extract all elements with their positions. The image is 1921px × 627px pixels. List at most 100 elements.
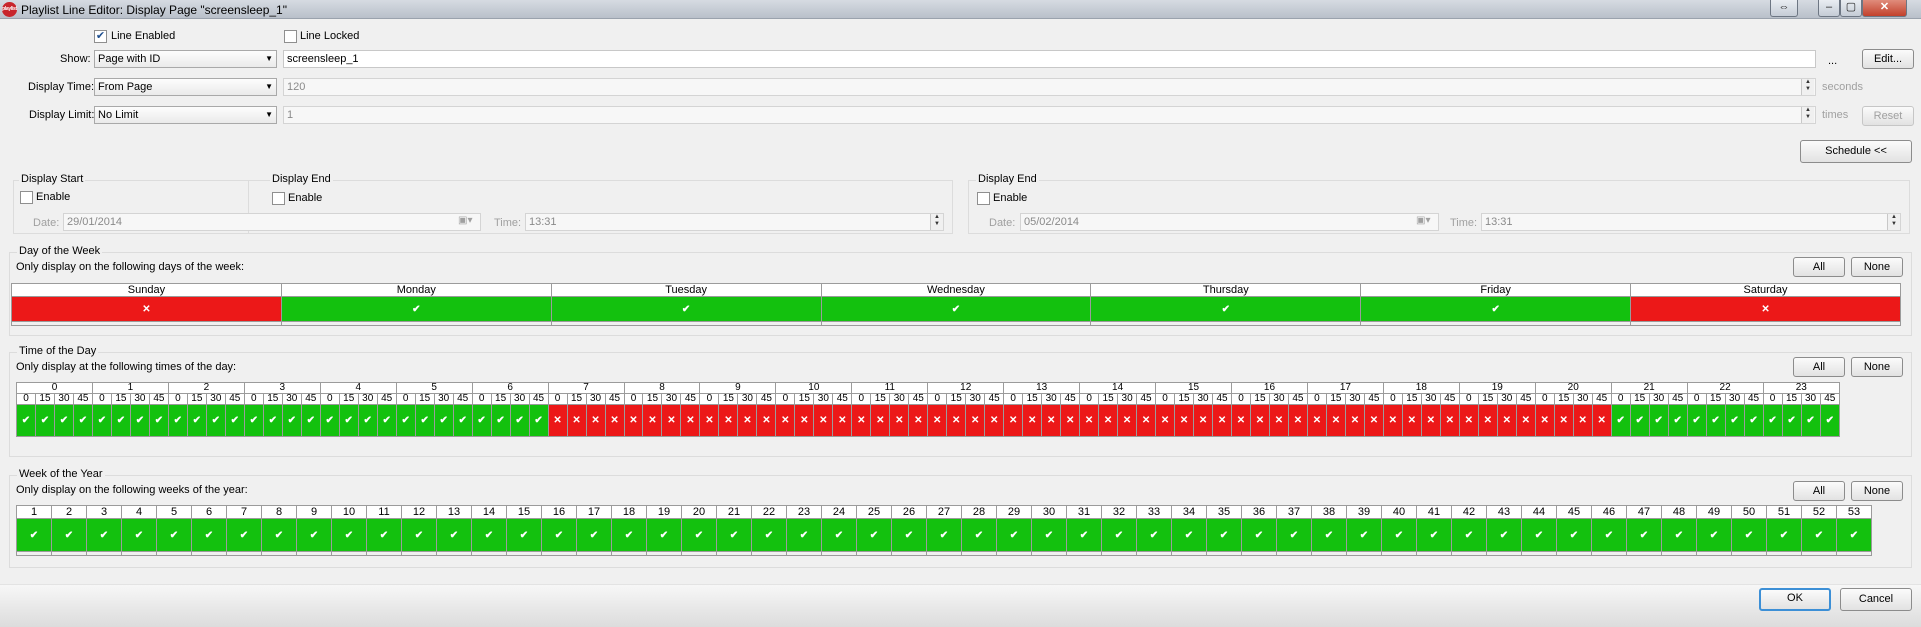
time-slot-cell[interactable]: ✕ [1268, 404, 1289, 437]
time-slot-cell[interactable]: ✔ [357, 404, 378, 437]
time-slot-cell[interactable]: ✔ [452, 404, 473, 437]
time-slot-cell[interactable]: ✔ [1724, 404, 1745, 437]
time-slot-cell[interactable]: ✔ [471, 404, 492, 437]
week-toggle-cell[interactable]: ✔ [1626, 518, 1662, 552]
time-slot-cell[interactable]: ✕ [1003, 404, 1024, 437]
time-slot-cell[interactable]: ✔ [1781, 404, 1802, 437]
time-slot-cell[interactable]: ✕ [870, 404, 891, 437]
week-toggle-cell[interactable]: ✔ [1031, 518, 1067, 552]
week-toggle-cell[interactable]: ✔ [1416, 518, 1452, 552]
browse-ellipsis[interactable]: ... [1828, 55, 1837, 67]
time-slot-cell[interactable]: ✔ [262, 404, 283, 437]
time-slot-cell[interactable]: ✕ [1344, 404, 1365, 437]
display-end-time-spinner[interactable]: ▲ ▼ [1887, 214, 1900, 230]
time-slot-cell[interactable]: ✕ [1155, 404, 1176, 437]
display-time-spinner[interactable]: ▲ ▼ [1801, 79, 1814, 95]
week-toggle-cell[interactable]: ✔ [646, 518, 682, 552]
day-none-button[interactable]: None [1851, 257, 1903, 277]
time-slot-cell[interactable]: ✕ [1174, 404, 1195, 437]
time-slot-cell[interactable]: ✔ [148, 404, 169, 437]
week-none-button[interactable]: None [1851, 481, 1903, 501]
day-toggle-cell[interactable]: ✔ [1090, 296, 1362, 322]
time-slot-cell[interactable]: ✔ [110, 404, 131, 437]
time-slot-cell[interactable]: ✔ [300, 404, 321, 437]
display-end-enable-checkbox[interactable] [977, 192, 990, 205]
display-end-overlap-checkbox[interactable] [272, 192, 285, 205]
week-toggle-cell[interactable]: ✔ [1556, 518, 1592, 552]
time-slot-cell[interactable]: ✕ [642, 404, 663, 437]
time-slot-cell[interactable]: ✕ [1136, 404, 1157, 437]
time-slot-cell[interactable]: ✕ [908, 404, 929, 437]
time-slot-cell[interactable]: ✕ [1098, 404, 1119, 437]
time-slot-cell[interactable]: ✕ [851, 404, 872, 437]
time-slot-cell[interactable]: ✔ [433, 404, 454, 437]
display-limit-select[interactable]: No Limit ▼ [94, 106, 277, 124]
time-slot-cell[interactable]: ✕ [1439, 404, 1460, 437]
week-toggle-cell[interactable]: ✔ [996, 518, 1032, 552]
title-bar[interactable] [0, 0, 1921, 19]
time-slot-cell[interactable]: ✕ [813, 404, 834, 437]
week-toggle-cell[interactable]: ✔ [576, 518, 612, 552]
time-slot-cell[interactable]: ✔ [509, 404, 530, 437]
week-toggle-cell[interactable]: ✔ [716, 518, 752, 552]
time-slot-cell[interactable]: ✕ [1212, 404, 1232, 437]
time-slot-cell[interactable]: ✕ [737, 404, 758, 437]
day-toggle-cell[interactable]: ✕ [11, 296, 282, 322]
week-toggle-cell[interactable]: ✔ [1136, 518, 1172, 552]
week-toggle-cell[interactable]: ✔ [541, 518, 577, 552]
time-slot-cell[interactable]: ✕ [984, 404, 1005, 437]
time-slot-cell[interactable]: ✕ [1591, 404, 1612, 437]
display-end-time-field[interactable]: 13:31 [1481, 213, 1901, 231]
time-all-button[interactable]: All [1793, 357, 1845, 377]
time-slot-cell[interactable]: ✕ [832, 404, 853, 437]
time-slot-cell[interactable]: ✔ [72, 404, 93, 437]
time-slot-cell[interactable]: ✕ [1287, 404, 1308, 437]
schedule-toggle-button[interactable]: Schedule << [1800, 140, 1912, 163]
week-toggle-cell[interactable]: ✔ [1836, 518, 1872, 552]
time-slot-cell[interactable]: ✔ [167, 404, 188, 437]
week-toggle-cell[interactable]: ✔ [121, 518, 157, 552]
week-toggle-cell[interactable]: ✔ [1241, 518, 1277, 552]
calendar-icon[interactable]: ▣▾ [458, 215, 472, 226]
time-slot-cell[interactable]: ✕ [1306, 404, 1327, 437]
time-slot-cell[interactable]: ✔ [16, 404, 36, 437]
time-slot-cell[interactable]: ✔ [1667, 404, 1688, 437]
minimize-icon[interactable]: – [1818, 0, 1840, 17]
week-toggle-cell[interactable]: ✔ [261, 518, 297, 552]
time-slot-cell[interactable]: ✕ [1060, 404, 1081, 437]
time-slot-cell[interactable]: ✕ [794, 404, 815, 437]
time-slot-cell[interactable]: ✔ [395, 404, 416, 437]
week-toggle-cell[interactable]: ✔ [86, 518, 122, 552]
week-toggle-cell[interactable]: ✔ [1276, 518, 1312, 552]
time-slot-cell[interactable]: ✕ [699, 404, 720, 437]
week-toggle-cell[interactable]: ✔ [506, 518, 542, 552]
week-toggle-cell[interactable]: ✔ [366, 518, 402, 552]
week-toggle-cell[interactable]: ✔ [821, 518, 857, 552]
time-slot-cell[interactable]: ✕ [604, 404, 625, 437]
time-slot-cell[interactable]: ✕ [585, 404, 606, 437]
week-toggle-cell[interactable]: ✔ [156, 518, 192, 552]
week-toggle-cell[interactable]: ✔ [1801, 518, 1837, 552]
week-toggle-cell[interactable]: ✔ [1171, 518, 1207, 552]
time-slot-cell[interactable]: ✕ [1022, 404, 1043, 437]
time-slot-cell[interactable]: ✕ [718, 404, 739, 437]
week-toggle-cell[interactable]: ✔ [1066, 518, 1102, 552]
close-icon[interactable]: ✕ [1862, 0, 1907, 17]
week-toggle-cell[interactable]: ✔ [1766, 518, 1802, 552]
time-slot-cell[interactable]: ✕ [1553, 404, 1574, 437]
time-slot-cell[interactable]: ✔ [34, 404, 55, 437]
time-slot-cell[interactable]: ✔ [1610, 404, 1631, 437]
ok-button[interactable]: OK [1759, 588, 1831, 611]
week-toggle-cell[interactable]: ✔ [681, 518, 717, 552]
week-toggle-cell[interactable]: ✔ [1731, 518, 1767, 552]
time-slot-cell[interactable]: ✕ [889, 404, 910, 437]
day-toggle-cell[interactable]: ✔ [280, 296, 552, 322]
time-slot-cell[interactable]: ✕ [1382, 404, 1403, 437]
time-slot-cell[interactable]: ✔ [528, 404, 549, 437]
day-toggle-cell[interactable]: ✔ [820, 296, 1092, 322]
time-slot-cell[interactable]: ✕ [1193, 404, 1214, 437]
time-slot-cell[interactable]: ✕ [623, 404, 644, 437]
week-toggle-cell[interactable]: ✔ [961, 518, 997, 552]
time-slot-cell[interactable]: ✔ [1762, 404, 1783, 437]
time-slot-cell[interactable]: ✕ [1534, 404, 1555, 437]
